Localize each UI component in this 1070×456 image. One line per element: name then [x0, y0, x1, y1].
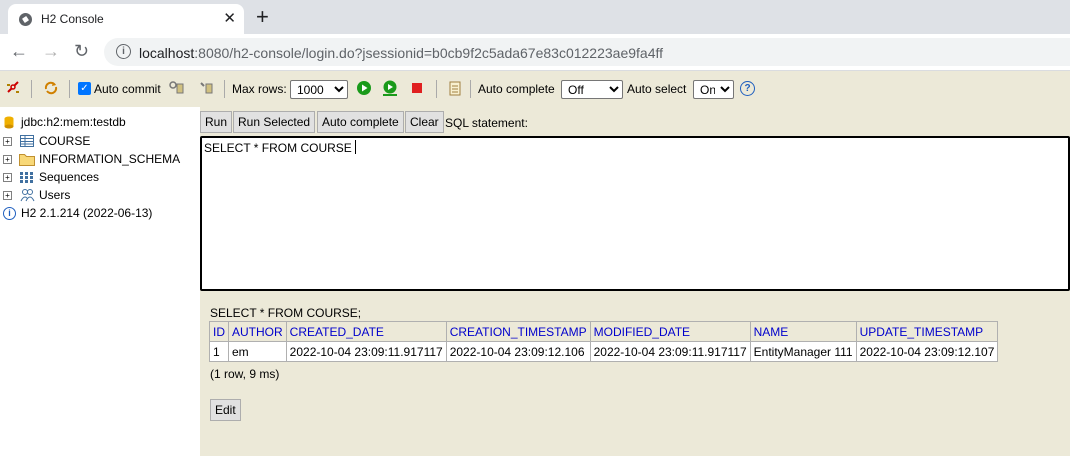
sql-editor[interactable]: SELECT * FROM COURSE: [200, 136, 1070, 291]
back-icon[interactable]: ←: [10, 41, 28, 62]
column-header-update-timestamp[interactable]: UPDATE_TIMESTAMP: [855, 321, 999, 342]
users-icon: [20, 189, 35, 202]
table-cell: 2022-10-04 23:09:11.917117: [285, 341, 447, 362]
history-icon[interactable]: [447, 80, 463, 96]
run-selected-icon[interactable]: [382, 80, 398, 96]
close-tab-icon[interactable]: ✕: [223, 9, 236, 27]
separator: [69, 80, 70, 98]
result-statement: SELECT * FROM COURSE;: [210, 306, 362, 320]
globe-icon: [19, 13, 32, 26]
refresh-icon[interactable]: [43, 80, 59, 96]
result-table: ID AUTHOR CREATED_DATE CREATION_TIMESTAM…: [209, 321, 999, 362]
auto-complete-select[interactable]: Off: [561, 80, 623, 99]
auto-commit-checkbox[interactable]: ✓: [78, 82, 91, 95]
expand-icon[interactable]: +: [3, 191, 12, 200]
expand-icon[interactable]: +: [3, 173, 12, 182]
browser-tab-strip: H2 Console ✕ +: [0, 0, 1070, 34]
max-rows-select[interactable]: 1000: [290, 80, 348, 99]
tree-item-users[interactable]: Users: [39, 188, 70, 202]
commit-icon[interactable]: [198, 80, 214, 96]
column-header-modified-date[interactable]: MODIFIED_DATE: [589, 321, 751, 342]
row-count: (1 row, 9 ms): [210, 367, 280, 381]
schema-tree: jdbc:h2:mem:testdb + COURSE + INFORMATIO…: [0, 107, 200, 456]
url-text[interactable]: localhost:8080/h2-console/login.do?jsess…: [139, 45, 663, 61]
expand-icon[interactable]: +: [3, 137, 12, 146]
stop-icon[interactable]: [409, 80, 425, 96]
separator: [31, 80, 32, 98]
tree-item-course[interactable]: COURSE: [39, 134, 90, 148]
run-icon[interactable]: [356, 80, 372, 96]
browser-toolbar: ← → ↻ i localhost:8080/h2-console/login.…: [0, 34, 1070, 71]
table-cell: 2022-10-04 23:09:12.106: [445, 341, 591, 362]
column-header-name[interactable]: NAME: [749, 321, 857, 342]
table-icon: [20, 135, 34, 147]
reload-icon[interactable]: ↻: [74, 41, 89, 62]
expand-icon[interactable]: +: [3, 155, 12, 164]
connection-label[interactable]: jdbc:h2:mem:testdb: [21, 115, 126, 129]
table-cell: 1: [209, 341, 229, 362]
column-header-id[interactable]: ID: [209, 321, 229, 342]
help-icon[interactable]: ?: [740, 81, 755, 96]
separator: [436, 80, 437, 98]
auto-select-label: Auto select: [627, 82, 687, 96]
tab-title: H2 Console: [41, 12, 104, 26]
query-panel: Run Run Selected Auto complete Clear SQL…: [200, 107, 1070, 456]
run-selected-button[interactable]: Run Selected: [233, 111, 316, 133]
h2-toolbar: ✓ Auto commit Max rows: 1000 Auto comple…: [0, 71, 1070, 108]
table-row: 1 em 2022-10-04 23:09:11.917117 2022-10-…: [209, 341, 999, 362]
rollback-icon[interactable]: [168, 80, 184, 96]
separator: [470, 80, 471, 98]
info-icon: i: [3, 207, 16, 220]
database-icon: [4, 116, 14, 129]
address-bar[interactable]: i localhost:8080/h2-console/login.do?jse…: [104, 38, 1070, 66]
table-cell: em: [228, 341, 287, 362]
tree-item-information-schema[interactable]: INFORMATION_SCHEMA: [39, 152, 180, 166]
disconnect-icon[interactable]: [5, 80, 21, 96]
table-cell: EntityManager 111: [749, 341, 857, 362]
new-tab-icon[interactable]: +: [256, 4, 269, 30]
auto-commit-label: Auto commit: [94, 82, 161, 96]
sequences-icon: [20, 172, 33, 183]
browser-tab[interactable]: H2 Console ✕: [8, 4, 244, 34]
table-cell: 2022-10-04 23:09:12.107: [855, 341, 999, 362]
text-caret: [355, 140, 356, 154]
forward-icon[interactable]: →: [42, 41, 60, 62]
column-header-created-date[interactable]: CREATED_DATE: [285, 321, 447, 342]
tree-item-sequences[interactable]: Sequences: [39, 170, 99, 184]
separator: [224, 80, 225, 98]
column-header-creation-timestamp[interactable]: CREATION_TIMESTAMP: [445, 321, 591, 342]
max-rows-label: Max rows:: [232, 82, 287, 96]
folder-icon: [19, 154, 35, 166]
auto-complete-button[interactable]: Auto complete: [317, 111, 404, 133]
auto-complete-label: Auto complete: [478, 82, 555, 96]
sql-text[interactable]: SELECT * FROM COURSE: [204, 141, 352, 155]
site-info-icon[interactable]: i: [116, 44, 131, 59]
auto-select-select[interactable]: On: [693, 80, 734, 99]
run-button[interactable]: Run: [200, 111, 233, 133]
table-cell: 2022-10-04 23:09:11.917117: [589, 341, 751, 362]
column-header-author[interactable]: AUTHOR: [228, 321, 287, 342]
clear-button[interactable]: Clear: [405, 111, 444, 133]
sql-statement-label: SQL statement:: [445, 116, 528, 130]
version-label: H2 2.1.214 (2022-06-13): [21, 206, 153, 220]
edit-button[interactable]: Edit: [210, 399, 241, 421]
result-panel: SELECT * FROM COURSE; ID AUTHOR CREATED_…: [200, 292, 1070, 456]
